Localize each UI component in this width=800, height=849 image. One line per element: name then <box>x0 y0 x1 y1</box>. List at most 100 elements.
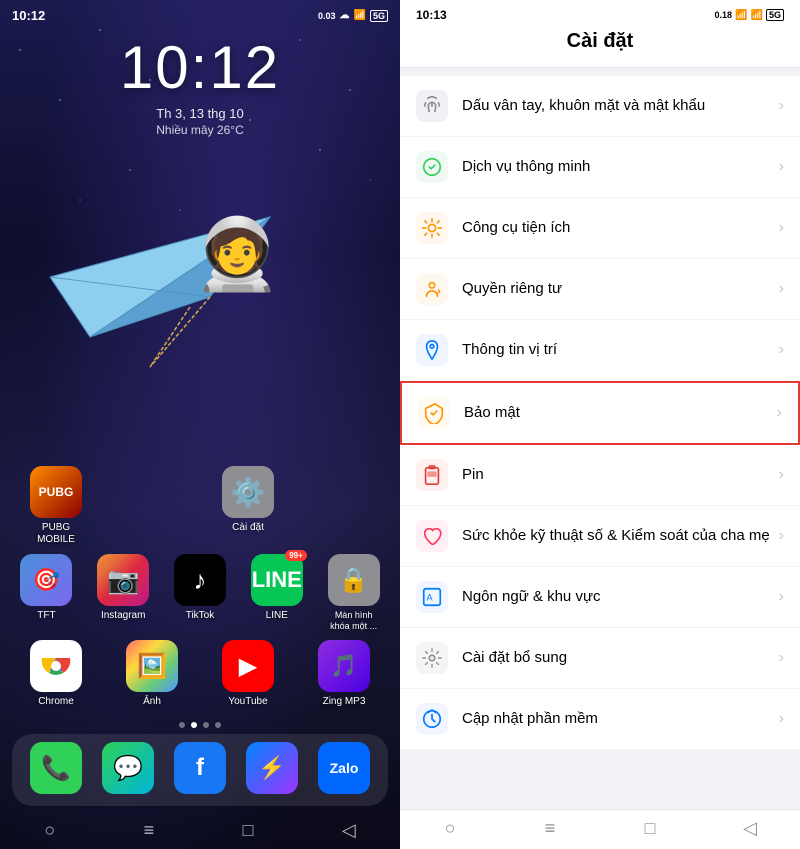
security-text: Bảo mật <box>464 403 777 423</box>
smart-chevron: › <box>779 158 784 176</box>
nav-menu-left[interactable]: ≡ <box>144 820 155 841</box>
right-signal-icon: 📶 <box>751 10 763 21</box>
smart-text: Dịch vụ thông minh <box>462 157 779 177</box>
settings-item-smart[interactable]: Dịch vụ thông minh › <box>400 137 800 198</box>
update-text: Cập nhật phần mềm <box>462 709 779 729</box>
app-settings[interactable]: ⚙️ Cài đặt <box>208 466 288 546</box>
left-panel: 10:12 0.03 ☁ 📶 5G 10:12 Th 3, 13 thg 10 … <box>0 0 400 849</box>
settings-item-additional[interactable]: Cài đặt bổ sung › <box>400 628 800 689</box>
nav-bar-left: ○ ≡ □ ◁ <box>0 814 400 849</box>
app-line[interactable]: LINE 99+ LINE <box>238 554 315 632</box>
update-chevron: › <box>779 710 784 728</box>
language-chevron: › <box>779 588 784 606</box>
app-instagram[interactable]: 📷 Instagram <box>85 554 162 632</box>
settings-item-language[interactable]: A Ngôn ngữ & khu vực › <box>400 567 800 628</box>
additional-chevron: › <box>779 649 784 667</box>
settings-app-icon: ⚙️ <box>222 466 274 518</box>
dock-messages[interactable]: 💬 <box>92 742 164 798</box>
nav-back-left[interactable]: ◁ <box>342 820 356 841</box>
app-pubg[interactable]: PUBG PUBGMOBILE <box>16 466 96 546</box>
settings-item-update[interactable]: Cập nhật phần mềm › <box>400 689 800 749</box>
language-text: Ngôn ngữ & khu vực <box>462 587 779 607</box>
privacy-text: Quyền riêng tư <box>462 279 779 299</box>
app-youtube[interactable]: ▶ YouTube <box>208 640 288 708</box>
dock-phone[interactable]: 📞 <box>20 742 92 798</box>
nav-recent-left[interactable]: □ <box>243 820 254 841</box>
clock-display: 10:12 Th 3, 13 thg 10 Nhiều mây 26°C <box>0 33 400 137</box>
dot-2 <box>191 722 197 728</box>
app-tft[interactable]: 🎯 TFT <box>8 554 85 632</box>
settings-item-tools[interactable]: Công cụ tiện ích › <box>400 198 800 259</box>
nav-recent-right[interactable]: □ <box>630 818 670 839</box>
settings-item-pin[interactable]: Pin › <box>400 445 800 506</box>
app-row-1: PUBG PUBGMOBILE ⚙️ Cài đặt <box>8 466 392 546</box>
zingmp3-icon: 🎵 <box>318 640 370 692</box>
privacy-icon <box>416 273 448 305</box>
nav-back-right[interactable]: ◁ <box>730 818 770 839</box>
location-icon <box>416 334 448 366</box>
screenlock-label: Màn hìnhkhóa một ... <box>330 610 377 632</box>
line-icon: LINE 99+ <box>251 554 303 606</box>
health-text: Sức khỏe kỹ thuật số & Kiểm soát của cha… <box>462 526 779 546</box>
app-photos[interactable]: 🖼️ Ảnh <box>112 640 192 708</box>
fingerprint-icon <box>416 90 448 122</box>
screenlock-icon: 🔒 <box>328 554 380 606</box>
health-title: Sức khỏe kỹ thuật số & Kiểm soát của cha… <box>462 526 779 546</box>
clock-weather: Nhiều mây 26°C <box>0 123 400 137</box>
illustration-area: 🧑‍🚀 <box>0 137 400 466</box>
nav-home-right[interactable]: ○ <box>430 818 470 839</box>
additional-title: Cài đặt bổ sung <box>462 648 779 668</box>
app-row-2: 🎯 TFT 📷 Instagram ♪ TikTok LINE 99+ LINE… <box>8 554 392 632</box>
dot-3 <box>203 722 209 728</box>
left-time: 10:12 <box>12 8 45 23</box>
additional-text: Cài đặt bổ sung <box>462 648 779 668</box>
status-bar-left: 10:12 0.03 ☁ 📶 5G <box>0 0 400 23</box>
dock-facebook[interactable]: f <box>164 742 236 798</box>
photos-label: Ảnh <box>143 696 161 708</box>
settings-item-privacy[interactable]: Quyền riêng tư › <box>400 259 800 320</box>
right-data-speed: 0.18 <box>715 10 733 20</box>
right-wifi-icon: 📶 <box>735 10 747 21</box>
settings-title: Cài đặt <box>400 22 800 68</box>
left-status-icons: 0.03 ☁ 📶 5G <box>318 10 388 22</box>
app-chrome[interactable]: Chrome <box>16 640 96 708</box>
zalo-icon: Zalo <box>318 742 370 794</box>
language-title: Ngôn ngữ & khu vực <box>462 587 779 607</box>
status-bar-right: 10:13 0.18 📶 📶 5G <box>400 0 800 22</box>
pubg-icon: PUBG <box>30 466 82 518</box>
settings-item-security[interactable]: Bảo mật › <box>400 381 800 445</box>
additional-icon <box>416 642 448 674</box>
settings-item-fingerprint[interactable]: Dấu vân tay, khuôn mặt và mật khẩu › <box>400 76 800 137</box>
right-5g-badge: 5G <box>766 9 784 21</box>
nav-menu-right[interactable]: ≡ <box>530 818 570 839</box>
app-screenlock[interactable]: 🔒 Màn hìnhkhóa một ... <box>315 554 392 632</box>
left-signal-icon: 📶 <box>354 10 366 21</box>
app-grid: PUBG PUBGMOBILE ⚙️ Cài đặt 🎯 TFT 📷 Insta… <box>0 466 400 716</box>
zingmp3-label: Zing MP3 <box>323 696 366 708</box>
pin-text: Pin <box>462 465 779 485</box>
settings-item-health[interactable]: Sức khỏe kỹ thuật số & Kiểm soát của cha… <box>400 506 800 567</box>
pin-icon <box>416 459 448 491</box>
smart-icon <box>416 151 448 183</box>
security-icon <box>418 397 450 429</box>
settings-item-location[interactable]: Thông tin vị trí › <box>400 320 800 381</box>
chrome-label: Chrome <box>38 696 74 708</box>
pin-title: Pin <box>462 465 779 485</box>
dock-messenger[interactable]: ⚡ <box>236 742 308 798</box>
dock-zalo[interactable]: Zalo <box>308 742 380 798</box>
instagram-label: Instagram <box>101 610 145 622</box>
fingerprint-title: Dấu vân tay, khuôn mặt và mật khẩu <box>462 96 779 116</box>
app-row-3: Chrome 🖼️ Ảnh ▶ YouTube 🎵 Zing MP3 <box>8 640 392 708</box>
right-panel: 10:13 0.18 📶 📶 5G Cài đặt <box>400 0 800 849</box>
privacy-title: Quyền riêng tư <box>462 279 779 299</box>
tools-text: Công cụ tiện ích <box>462 218 779 238</box>
app-zingmp3[interactable]: 🎵 Zing MP3 <box>304 640 384 708</box>
app-tiktok[interactable]: ♪ TikTok <box>162 554 239 632</box>
nav-home-left[interactable]: ○ <box>44 820 55 841</box>
chrome-icon <box>30 640 82 692</box>
right-time: 10:13 <box>416 8 447 22</box>
clock-date: Th 3, 13 thg 10 <box>0 106 400 121</box>
clock-big-time: 10:12 <box>0 33 400 102</box>
pin-chevron: › <box>779 466 784 484</box>
pubg-label: PUBGMOBILE <box>37 522 75 546</box>
